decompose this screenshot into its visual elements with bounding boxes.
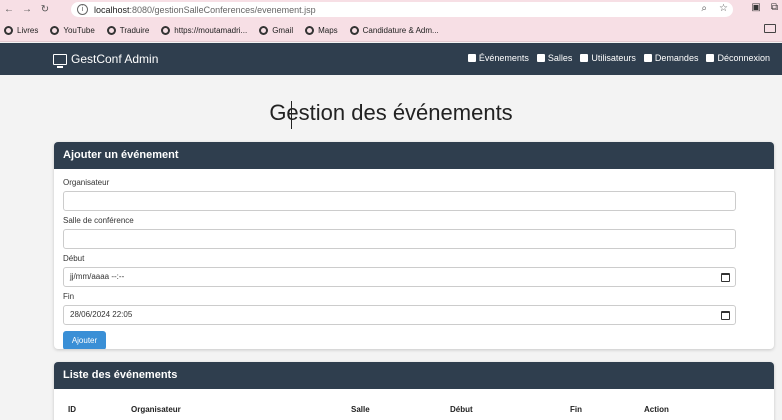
card-title: Ajouter un événement (54, 142, 774, 169)
nav-salles[interactable]: Salles (536, 53, 572, 63)
debut-value: jj/mm/aaaa --:-- (70, 272, 125, 281)
calendar-icon (467, 54, 476, 62)
events-table: ID Organisateur Salle Début Fin Action (54, 389, 774, 414)
nav-demandes[interactable]: Demandes (643, 53, 698, 63)
app-navbar: GestConf Admin Événements Salles Utilisa… (0, 43, 782, 75)
fin-input[interactable]: 28/06/2024 22:05 (63, 305, 736, 325)
globe-icon (161, 25, 171, 35)
back-icon[interactable]: ← (0, 4, 18, 15)
bookmark-item[interactable]: Maps (305, 25, 338, 35)
organisateur-input[interactable] (63, 191, 736, 211)
table-header-row: ID Organisateur Salle Début Fin Action (54, 389, 774, 414)
card-title: Liste des événements (54, 362, 774, 389)
bookmark-item[interactable]: https://moutamadri... (161, 25, 247, 35)
globe-icon (50, 25, 60, 35)
brand-link[interactable]: GestConf Admin (53, 52, 159, 68)
text-cursor (291, 101, 292, 129)
col-id: ID (68, 405, 76, 414)
site-info-icon[interactable]: i (77, 4, 88, 15)
col-organisateur: Organisateur (131, 405, 181, 414)
nav-utilisateurs[interactable]: Utilisateurs (580, 53, 636, 63)
bookmark-item[interactable]: Livres (4, 25, 38, 35)
page-title: Gestion des événements (269, 100, 513, 125)
url-host: localhost (94, 4, 130, 15)
calendar-icon[interactable] (721, 273, 730, 282)
organisateur-label: Organisateur (63, 178, 110, 187)
folder-icon[interactable] (764, 24, 776, 33)
reload-icon[interactable]: ↻ (36, 4, 54, 15)
door-icon (536, 54, 545, 62)
url-path: :8080/gestionSalleConferences/evenement.… (129, 4, 316, 15)
add-event-card: Ajouter un événement Organisateur Salle … (54, 142, 774, 349)
bookmark-item[interactable]: Traduire (106, 25, 149, 35)
brand-name: GestConf Admin (71, 52, 159, 66)
logout-icon (706, 54, 715, 62)
nav-evenements[interactable]: Événements (467, 53, 529, 63)
col-fin: Fin (570, 405, 582, 414)
salle-label: Salle de conférence (63, 216, 134, 225)
users-icon (580, 54, 589, 62)
globe-icon (349, 25, 359, 35)
projector-icon (53, 53, 67, 68)
globe-icon (4, 25, 13, 35)
extension-icon[interactable]: ▣ (751, 2, 760, 13)
col-salle: Salle (351, 405, 370, 414)
inbox-icon (643, 54, 652, 62)
nav-deconnexion[interactable]: Déconnexion (706, 53, 770, 63)
event-list-card: Liste des événements ID Organisateur Sal… (54, 362, 774, 420)
fin-label: Fin (63, 292, 75, 301)
address-bar[interactable]: i localhost:8080/gestionSalleConferences… (71, 2, 733, 17)
bookmark-item[interactable]: Candidature & Adm... (349, 25, 439, 35)
bookmarks-bar: Livres YouTube Traduire https://moutamad… (0, 19, 782, 42)
forward-icon[interactable]: → (18, 4, 36, 15)
globe-icon (106, 25, 116, 35)
fin-value: 28/06/2024 22:05 (70, 310, 133, 319)
ajouter-button[interactable]: Ajouter (63, 331, 106, 349)
calendar-icon[interactable] (721, 311, 730, 320)
debut-label: Début (63, 254, 85, 263)
bookmark-item[interactable]: YouTube (50, 25, 95, 35)
bookmark-star-icon[interactable]: ☆ (719, 3, 728, 14)
globe-icon (259, 25, 269, 35)
salle-input[interactable] (63, 229, 736, 249)
debut-input[interactable]: jj/mm/aaaa --:-- (63, 267, 736, 287)
bookmark-item[interactable]: Gmail (259, 25, 293, 35)
col-action: Action (644, 405, 669, 414)
puzzle-icon[interactable]: ⧉ (771, 2, 778, 13)
globe-icon (305, 25, 315, 35)
col-debut: Début (450, 405, 473, 414)
zoom-icon[interactable]: ⌕ (701, 3, 707, 14)
